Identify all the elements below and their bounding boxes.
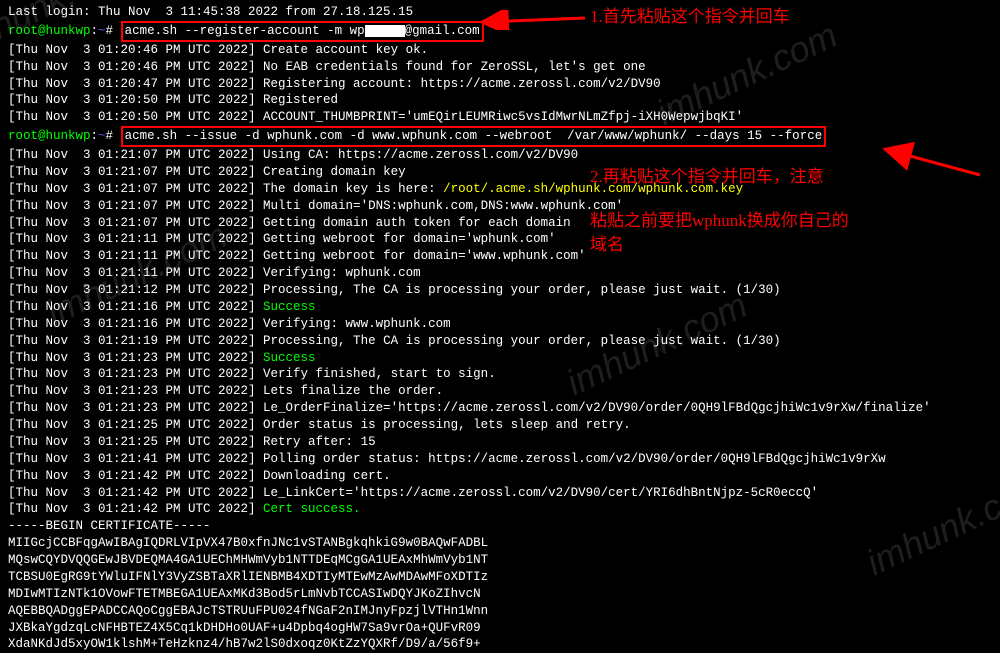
cert-line: AQEBBQADggEPADCCAQoCggEBAJcTSTRUuFPU024f… <box>8 603 992 620</box>
annotation-step4: 域名 <box>590 234 624 257</box>
log-line: [Thu Nov 3 01:20:46 PM UTC 2022] No EAB … <box>8 59 992 76</box>
prompt-user: root@hunkwp <box>8 24 91 38</box>
annotation-step2: 2.再粘贴这个指令并回车，注意 <box>590 166 824 189</box>
command-1-box: acme.sh --register-account -m wp@gmail.c… <box>121 21 484 42</box>
redacted-email <box>365 25 405 37</box>
cert-line: MIIGcjCCBFqgAwIBAgIQDRLVIpVX47B0xfnJNc1v… <box>8 535 992 552</box>
log-line: [Thu Nov 3 01:20:50 PM UTC 2022] Registe… <box>8 92 992 109</box>
prompt-path: ~ <box>98 24 106 38</box>
cert-begin: -----BEGIN CERTIFICATE----- <box>8 518 992 535</box>
log-line: [Thu Nov 3 01:21:16 PM UTC 2022] Verifyi… <box>8 316 992 333</box>
log-line: [Thu Nov 3 01:21:25 PM UTC 2022] Order s… <box>8 417 992 434</box>
success-text: Success <box>263 300 316 314</box>
prompt-path: ~ <box>98 129 106 143</box>
command-2-box: acme.sh --issue -d wphunk.com -d www.wph… <box>121 126 827 147</box>
log-line: [Thu Nov 3 01:21:11 PM UTC 2022] Getting… <box>8 248 992 265</box>
annotation-step3: 粘贴之前要把wphunk换成你自己的 <box>590 210 849 233</box>
log-line: [Thu Nov 3 01:21:23 PM UTC 2022] Le_Orde… <box>8 400 992 417</box>
cert-line: TCBSU0EgRG9tYWluIFNlY3VyZSBTaXRlIENBMB4X… <box>8 569 992 586</box>
log-line: [Thu Nov 3 01:21:42 PM UTC 2022] Downloa… <box>8 468 992 485</box>
log-line: [Thu Nov 3 01:21:07 PM UTC 2022] Using C… <box>8 147 992 164</box>
log-line: [Thu Nov 3 01:21:16 PM UTC 2022] Success <box>8 299 992 316</box>
log-line: [Thu Nov 3 01:21:12 PM UTC 2022] Process… <box>8 282 992 299</box>
arrow-icon <box>475 10 595 30</box>
log-line: [Thu Nov 3 01:21:41 PM UTC 2022] Polling… <box>8 451 992 468</box>
prompt-user: root@hunkwp <box>8 129 91 143</box>
log-line: [Thu Nov 3 01:20:50 PM UTC 2022] ACCOUNT… <box>8 109 992 126</box>
annotation-step1: 1.首先粘贴这个指令并回车 <box>590 6 790 29</box>
cert-line: XdaNKdJd5xyOW1klshM+TeHzknz4/hB7w2lS0dxo… <box>8 636 992 653</box>
command-line-2[interactable]: root@hunkwp:~# acme.sh --issue -d wphunk… <box>8 126 992 147</box>
log-line: [Thu Nov 3 01:21:11 PM UTC 2022] Getting… <box>8 231 992 248</box>
cert-line: MQswCQYDVQQGEwJBVDEQMA4GA1UEChMHWmVyb1NT… <box>8 552 992 569</box>
arrow-icon <box>880 140 990 180</box>
log-line: [Thu Nov 3 01:21:23 PM UTC 2022] Lets fi… <box>8 383 992 400</box>
log-line: [Thu Nov 3 01:20:47 PM UTC 2022] Registe… <box>8 76 992 93</box>
log-line: [Thu Nov 3 01:21:42 PM UTC 2022] Le_Link… <box>8 485 992 502</box>
log-line: [Thu Nov 3 01:21:07 PM UTC 2022] The dom… <box>8 181 992 198</box>
cert-line: JXBkaYgdzqLcNFHBTEZ4X5Cq1kDHDHo0UAF+u4Dp… <box>8 620 992 637</box>
log-line: [Thu Nov 3 01:21:25 PM UTC 2022] Retry a… <box>8 434 992 451</box>
log-line: [Thu Nov 3 01:21:23 PM UTC 2022] Success <box>8 350 992 367</box>
log-line: [Thu Nov 3 01:21:42 PM UTC 2022] Cert su… <box>8 501 992 518</box>
log-line: [Thu Nov 3 01:21:11 PM UTC 2022] Verifyi… <box>8 265 992 282</box>
log-line: [Thu Nov 3 01:21:19 PM UTC 2022] Process… <box>8 333 992 350</box>
log-line: [Thu Nov 3 01:21:07 PM UTC 2022] Creatin… <box>8 164 992 181</box>
cert-success-text: Cert success. <box>263 502 361 516</box>
log-line: [Thu Nov 3 01:20:46 PM UTC 2022] Create … <box>8 42 992 59</box>
cert-line: MDIwMTIzNTk1OVowFTETMBEGA1UEAxMKd3Bod5rL… <box>8 586 992 603</box>
log-line: [Thu Nov 3 01:21:23 PM UTC 2022] Verify … <box>8 366 992 383</box>
success-text: Success <box>263 351 316 365</box>
